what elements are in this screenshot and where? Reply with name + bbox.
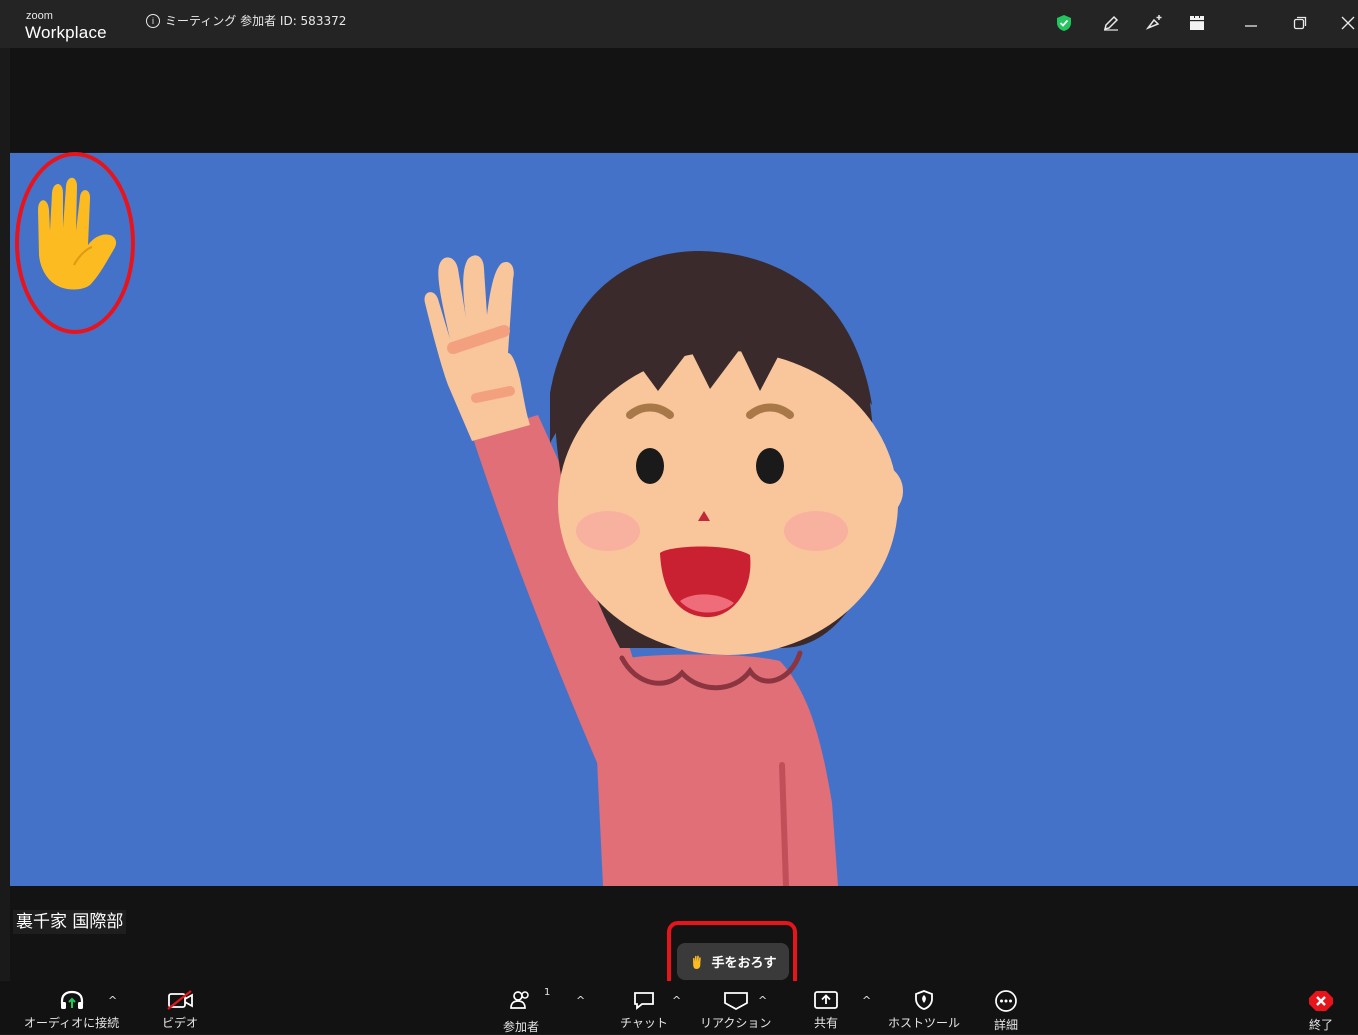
app-logo-small: zoom — [26, 10, 53, 22]
share-label: 共有 — [813, 1016, 838, 1030]
share-caret[interactable]: ^ — [862, 994, 871, 1007]
video-top-strip — [10, 48, 1358, 152]
participants-count: 1 — [544, 987, 551, 998]
host-tools-label: ホストツール — [888, 1016, 961, 1030]
info-icon: i — [146, 13, 160, 28]
share-icon — [814, 991, 838, 1009]
video-off-icon — [167, 990, 193, 1010]
restore-icon[interactable] — [1287, 10, 1313, 36]
hand-icon — [693, 954, 702, 969]
meeting-toolbar — [0, 981, 1358, 1034]
chat-button[interactable]: チャット — [620, 990, 668, 1031]
lower-hand-button[interactable]: 手をおろす — [677, 943, 789, 980]
raised-hand-highlight — [15, 152, 135, 334]
sparkle-icon[interactable] — [1141, 10, 1167, 36]
pencil-icon[interactable] — [1098, 10, 1124, 36]
apps-icon[interactable] — [1184, 10, 1210, 36]
participants-label: 参加者 — [503, 1020, 540, 1034]
app-logo: Workplace — [25, 23, 107, 42]
end-button[interactable]: 終了 — [1308, 990, 1334, 1033]
chat-icon — [634, 992, 654, 1010]
more-label: 詳細 — [993, 1018, 1018, 1032]
audio-options-caret[interactable]: ^ — [108, 994, 117, 1007]
reactions-label: リアクション — [700, 1016, 772, 1030]
end-icon — [1309, 991, 1333, 1011]
host-shield-icon — [915, 990, 933, 1010]
video-label: ビデオ — [162, 1016, 199, 1030]
minimize-icon[interactable] — [1238, 10, 1264, 36]
share-button[interactable]: 共有 — [812, 990, 840, 1031]
participant-video[interactable] — [10, 153, 1358, 886]
chat-caret[interactable]: ^ — [672, 994, 681, 1007]
participant-name: 裏千家 国際部 — [13, 910, 127, 934]
more-icon — [995, 990, 1017, 1012]
more-button[interactable]: 詳細 — [993, 990, 1019, 1033]
reaction-icon — [723, 992, 748, 1010]
shield-check-icon[interactable] — [1051, 10, 1077, 36]
headphones-icon — [60, 990, 83, 1009]
close-icon[interactable] — [1335, 10, 1358, 36]
meeting-info[interactable]: i ミーティング 参加者 ID: 583372 — [146, 12, 346, 29]
end-label: 終了 — [1308, 1018, 1333, 1032]
participants-button[interactable]: 1 参加者 — [503, 987, 550, 1035]
meeting-info-text: ミーティング 参加者 ID: 583372 — [165, 14, 347, 28]
host-tools-button[interactable]: ホストツール — [888, 990, 960, 1031]
join-audio-label: オーディオに接続 — [24, 1016, 120, 1030]
lower-hand-label: 手をおろす — [711, 956, 777, 971]
participants-caret[interactable]: ^ — [576, 994, 585, 1007]
video-button[interactable]: ビデオ — [162, 990, 198, 1031]
participant-illustration — [38, 177, 903, 886]
participants-icon — [510, 991, 529, 1009]
chat-label: チャット — [620, 1016, 668, 1030]
join-audio-button[interactable]: オーディオに接続 — [24, 990, 119, 1031]
participants-icon-wrap: 1 — [508, 987, 550, 1014]
reactions-caret[interactable]: ^ — [758, 994, 767, 1007]
